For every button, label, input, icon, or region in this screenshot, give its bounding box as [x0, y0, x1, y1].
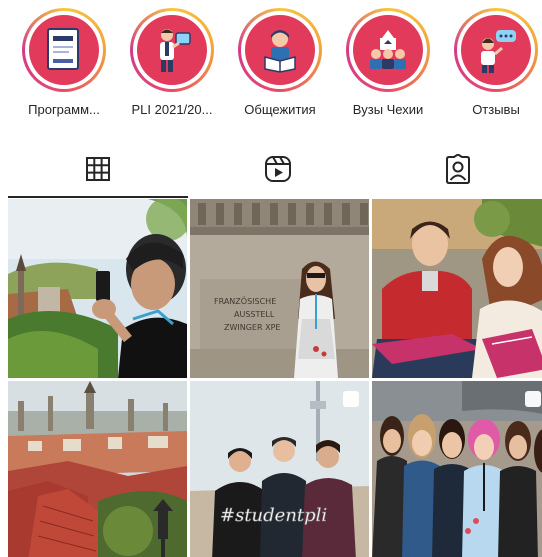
multiple-posts-icon — [343, 391, 359, 407]
highlight-programs[interactable]: Программ... — [10, 8, 118, 117]
highlight-ring — [238, 8, 322, 92]
sign-line-3: ZWINGER XPE — [224, 323, 280, 332]
post-image: FRANZÖSISCHE AUSSTELL ZWINGER XPE — [190, 199, 369, 378]
post-thumbnail-2[interactable]: FRANZÖSISCHE AUSSTELL ZWINGER XPE — [190, 199, 369, 378]
highlight-czech-universities[interactable]: Вузы Чехии — [334, 8, 442, 117]
post-thumbnail-1[interactable] — [8, 199, 187, 378]
highlight-ring — [22, 8, 106, 92]
tagged-person-icon — [446, 154, 470, 184]
multiple-posts-icon — [525, 391, 541, 407]
highlight-ring — [346, 8, 430, 92]
profile-tabs — [0, 140, 542, 198]
highlight-label: PLI 2021/20... — [131, 102, 213, 117]
sign-line-2: AUSSTELL — [234, 310, 275, 319]
posts-grid: FRANZÖSISCHE AUSSTELL ZWINGER XPE #stude… — [8, 199, 542, 557]
speech-bubble-person-icon — [481, 30, 516, 73]
tab-tagged[interactable] — [368, 140, 542, 198]
highlight-pli[interactable]: PLI 2021/20... — [118, 8, 226, 117]
active-tab-indicator — [8, 196, 188, 198]
story-highlights: Программ... PLI 2021/20... Общежития Вуз… — [0, 0, 542, 130]
student-reading-icon — [264, 30, 296, 73]
tab-posts[interactable] — [8, 140, 188, 198]
post-image — [8, 381, 187, 557]
teacher-icon — [160, 29, 191, 72]
post-thumbnail-5[interactable]: #studentpli — [190, 381, 369, 557]
document-icon — [47, 28, 79, 70]
post-image — [8, 199, 187, 378]
highlight-reviews[interactable]: Отзывы — [442, 8, 542, 117]
highlight-label: Вузы Чехии — [352, 102, 424, 117]
post-image — [372, 381, 542, 557]
reels-icon — [265, 156, 291, 182]
post-thumbnail-6[interactable] — [372, 381, 542, 557]
studentpli-sign: #studentpli — [220, 505, 327, 526]
university-icon — [370, 30, 406, 69]
tab-reels[interactable] — [188, 140, 368, 198]
highlight-label: Отзывы — [472, 102, 520, 117]
post-image — [372, 199, 542, 378]
highlight-dormitories[interactable]: Общежития — [226, 8, 334, 117]
grid-icon — [86, 157, 110, 181]
highlight-label: Общежития — [244, 102, 316, 117]
post-thumbnail-4[interactable] — [8, 381, 187, 557]
highlight-ring — [454, 8, 538, 92]
post-thumbnail-3[interactable] — [372, 199, 542, 378]
highlight-label: Программ... — [28, 102, 100, 117]
sign-line-1: FRANZÖSISCHE — [214, 296, 276, 306]
highlight-ring — [130, 8, 214, 92]
